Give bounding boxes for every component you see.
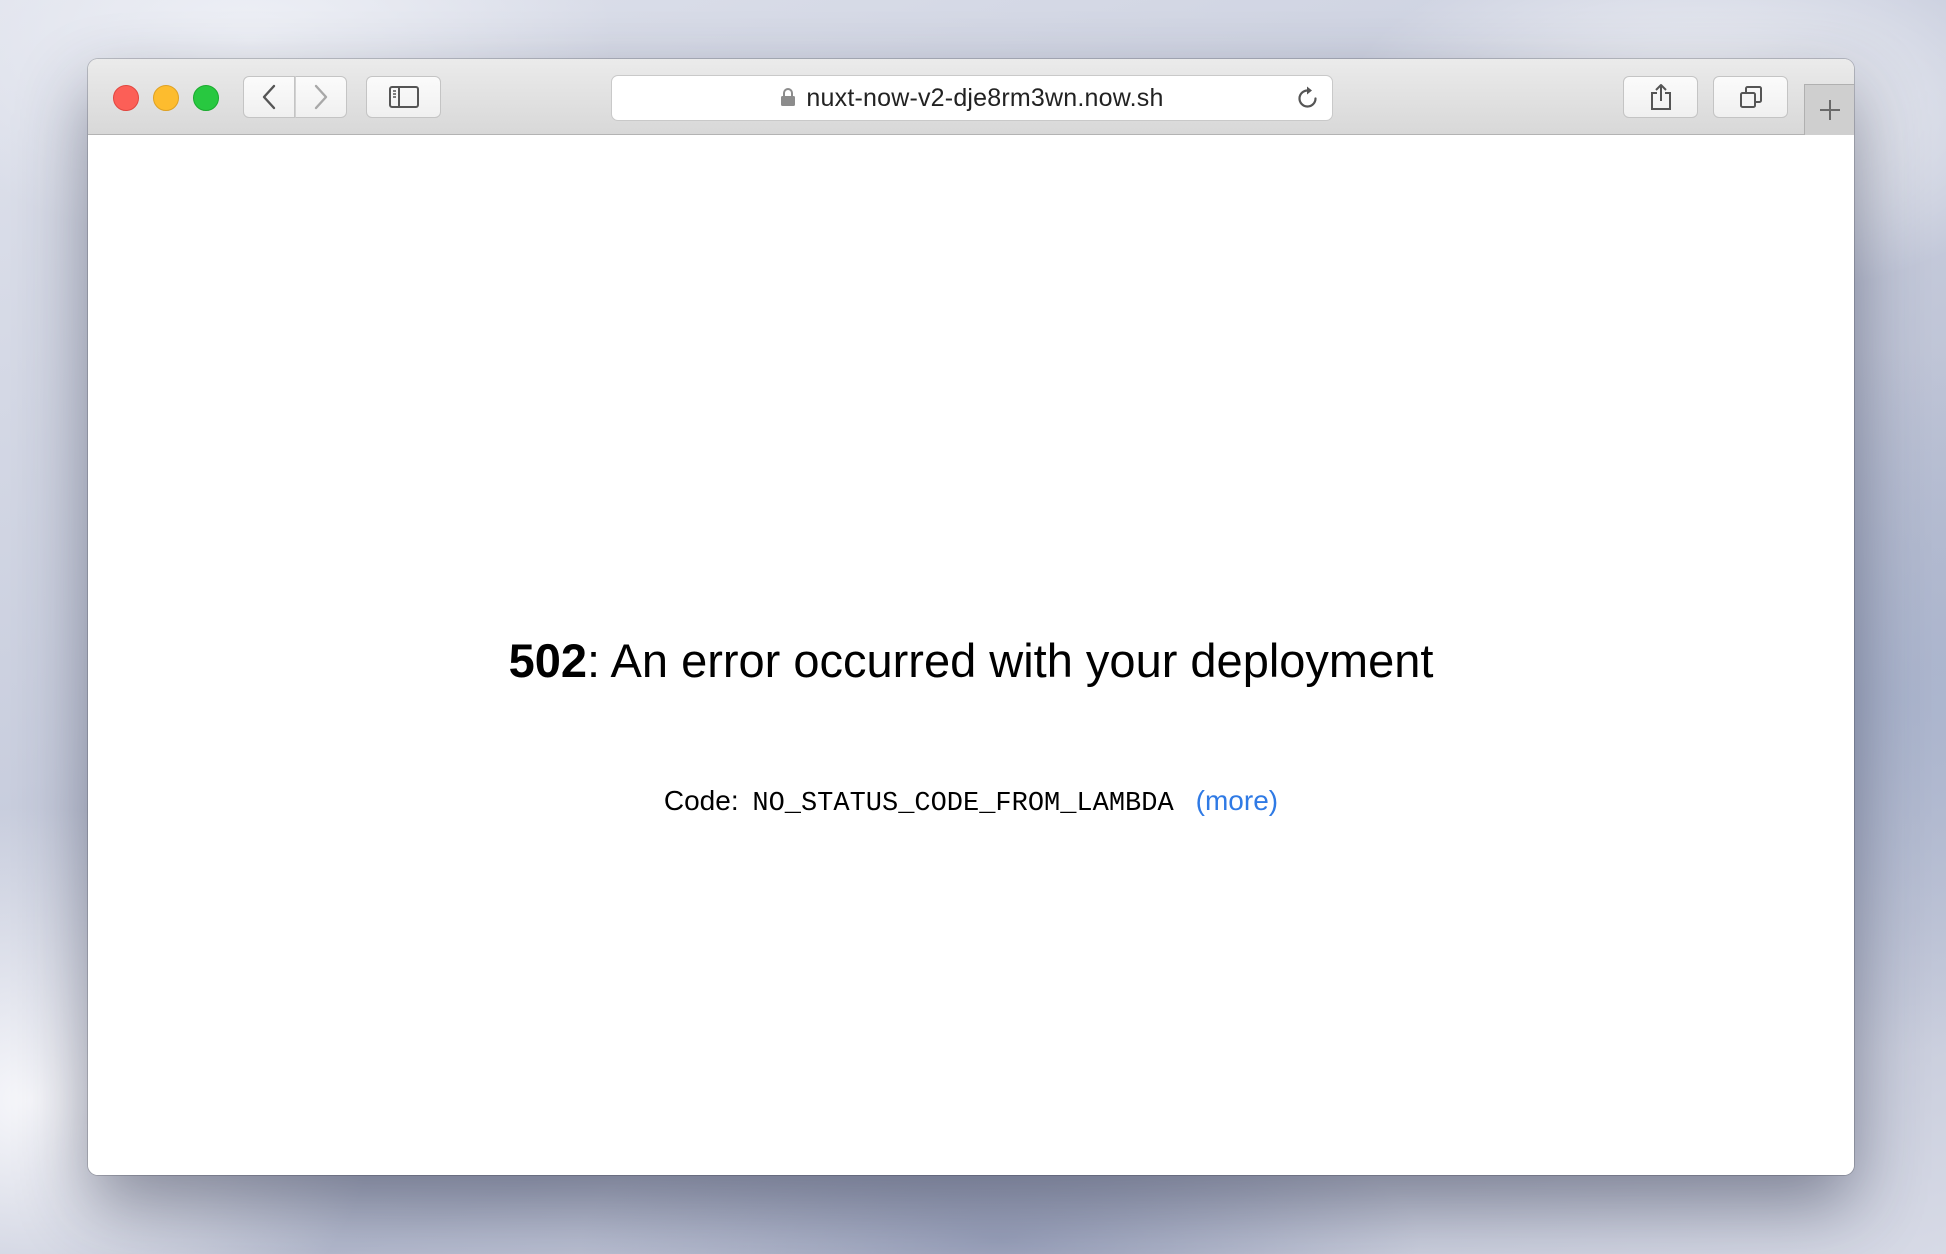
- minimize-window-button[interactable]: [153, 85, 179, 111]
- browser-toolbar: nuxt-now-v2-dje8rm3wn.now.sh: [88, 59, 1854, 135]
- plus-icon: [1819, 100, 1840, 120]
- more-link[interactable]: (more): [1196, 785, 1278, 816]
- error-code-value: NO_STATUS_CODE_FROM_LAMBDA: [752, 789, 1174, 819]
- new-tab-button[interactable]: [1804, 84, 1854, 135]
- browser-window: nuxt-now-v2-dje8rm3wn.now.sh 502: An err…: [88, 59, 1854, 1175]
- sidebar-icon: [388, 86, 419, 108]
- reload-icon[interactable]: [1296, 86, 1320, 112]
- share-button[interactable]: [1623, 76, 1698, 118]
- address-bar[interactable]: nuxt-now-v2-dje8rm3wn.now.sh: [611, 75, 1333, 121]
- sidebar-toggle-button[interactable]: [366, 76, 441, 118]
- lock-icon: [781, 87, 796, 106]
- url-text: nuxt-now-v2-dje8rm3wn.now.sh: [806, 83, 1164, 112]
- show-all-tabs-button[interactable]: [1713, 76, 1788, 118]
- tabs-overview-icon: [1739, 86, 1762, 108]
- code-label: Code:: [663, 785, 739, 816]
- maximize-window-button[interactable]: [193, 85, 219, 111]
- chevron-left-icon: [262, 84, 276, 110]
- error-heading: 502: An error occurred with your deploym…: [88, 633, 1854, 688]
- error-code-line: Code: NO_STATUS_CODE_FROM_LAMBDA (more): [88, 785, 1854, 819]
- close-window-button[interactable]: [113, 85, 139, 111]
- back-button[interactable]: [243, 76, 295, 118]
- forward-button[interactable]: [295, 76, 347, 118]
- share-icon: [1650, 84, 1671, 110]
- page-content: 502: An error occurred with your deploym…: [88, 135, 1854, 1175]
- chevron-right-icon: [314, 84, 328, 110]
- status-code: 502: [508, 634, 588, 687]
- error-message: : An error occurred with your deployment: [587, 634, 1434, 687]
